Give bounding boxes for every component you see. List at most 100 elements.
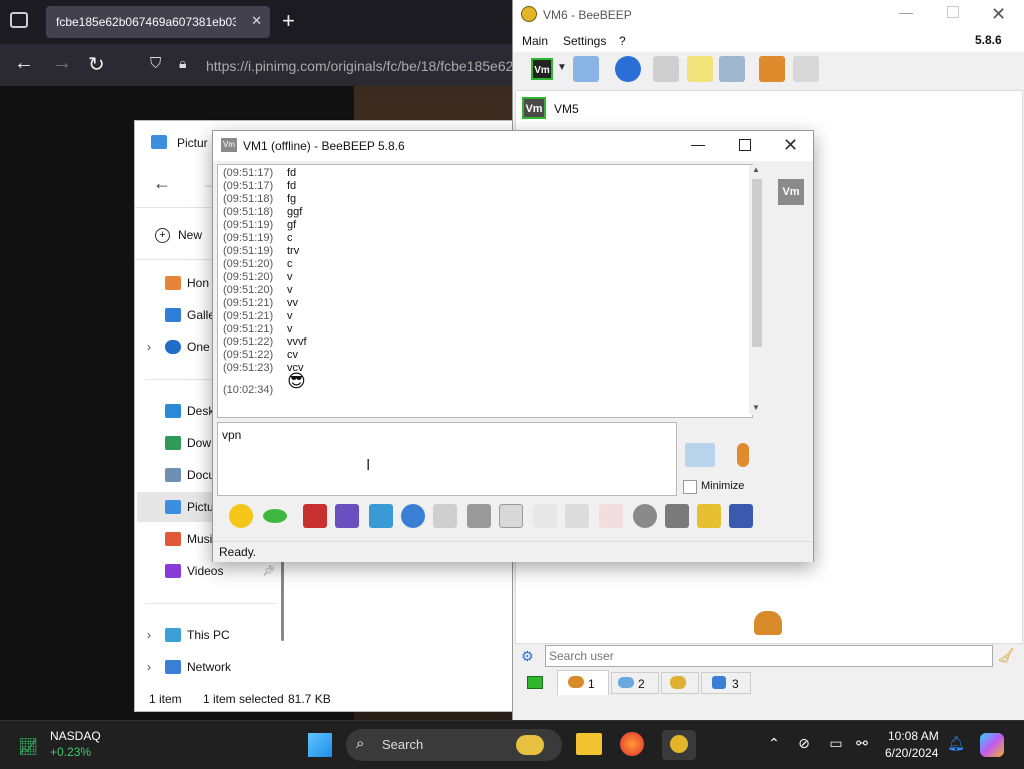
chat-message: (09:51:19) trv xyxy=(223,245,299,258)
bell-icon[interactable]: 🔔︎ xyxy=(946,735,966,755)
microphone-icon[interactable] xyxy=(737,443,749,467)
screenshot-icon[interactable] xyxy=(467,504,491,528)
maximize-button[interactable] xyxy=(739,139,751,151)
sunglasses-emoji-icon: 😎 xyxy=(287,371,306,391)
chat-message: (09:51:20) c xyxy=(223,258,293,271)
chat-message: (09:51:21) vv xyxy=(223,297,298,310)
file-explorer-taskbar-icon[interactable] xyxy=(576,733,602,755)
window-title: VM6 - BeeBEEP xyxy=(543,8,632,22)
back-icon[interactable]: ← xyxy=(14,52,34,75)
new-label: New xyxy=(178,228,203,242)
home-icon[interactable] xyxy=(653,56,679,82)
clock-time[interactable]: 10:08 AM xyxy=(888,729,939,743)
html-code-icon[interactable] xyxy=(599,504,623,528)
windows-start-icon[interactable] xyxy=(308,733,332,757)
lock-icon[interactable]: 🔒︎ xyxy=(179,55,186,72)
settings-gear-icon[interactable] xyxy=(401,504,425,528)
tools-icon[interactable] xyxy=(719,56,745,82)
network-off-icon[interactable]: ⊘ xyxy=(794,735,814,755)
back-icon[interactable]: ← xyxy=(153,173,171,194)
vm-status-icon[interactable]: Vm xyxy=(531,58,553,80)
emoticon-icon[interactable] xyxy=(229,504,253,528)
select-all-icon[interactable] xyxy=(433,504,457,528)
chat-scrollbar[interactable]: ▲ ▼ xyxy=(749,165,765,415)
message-text: c xyxy=(287,232,293,244)
color-pen-icon[interactable] xyxy=(335,504,359,528)
edit-note-icon[interactable] xyxy=(697,504,721,528)
tab-close-icon[interactable]: ✕ xyxy=(251,13,262,29)
scroll-up-icon[interactable]: ▲ xyxy=(752,165,760,174)
menu-main[interactable]: Main xyxy=(522,34,548,48)
beebeep-taskbar-icon[interactable] xyxy=(662,730,696,760)
text-cursor-icon: I xyxy=(366,457,371,474)
nav-scrollbar[interactable] xyxy=(281,561,284,641)
tab-title: fcbe185e62b067469a607381eb03a0 xyxy=(56,15,236,29)
share-icon xyxy=(712,676,726,689)
clock-date[interactable]: 6/20/2024 xyxy=(885,746,938,760)
tab-shares[interactable]: 3 xyxy=(701,672,751,694)
history-icon[interactable] xyxy=(665,504,689,528)
firefox-taskbar-icon[interactable] xyxy=(620,732,644,756)
tab-chats[interactable]: 2 xyxy=(611,672,659,694)
chevron-up-icon[interactable]: ⌃ xyxy=(764,735,784,755)
message-text: ggf xyxy=(287,206,303,218)
sound-icon[interactable] xyxy=(499,504,523,528)
nav-item-this-pc[interactable]: › This PC xyxy=(147,620,277,650)
file-icon[interactable] xyxy=(533,504,557,528)
minimize-button[interactable]: — xyxy=(899,4,913,20)
scroll-thumb[interactable] xyxy=(752,179,762,347)
user-row[interactable]: Vm VM5 xyxy=(518,95,1018,121)
clear-icon[interactable] xyxy=(633,504,657,528)
menu-settings[interactable]: Settings xyxy=(563,34,606,48)
status-dropdown-icon[interactable]: ▼ xyxy=(557,62,567,73)
note-icon[interactable] xyxy=(687,56,713,82)
pictures-icon xyxy=(151,135,167,149)
send-file-icon[interactable] xyxy=(685,443,715,467)
forward-icon[interactable] xyxy=(565,504,589,528)
gear-icon[interactable]: ⚙ xyxy=(521,648,534,665)
shield-icon[interactable]: ⛉ xyxy=(150,55,161,72)
tab-users[interactable]: 1 xyxy=(557,670,609,695)
font-icon[interactable] xyxy=(303,504,327,528)
chat-message: (10:02:34) 😎 xyxy=(223,372,306,397)
stock-widget[interactable]: 📈︎ NASDAQ +0.23% xyxy=(14,727,124,763)
minimize-checkbox[interactable] xyxy=(683,480,697,494)
message-time: (09:51:21) xyxy=(223,310,274,322)
tab-list-icon[interactable] xyxy=(10,12,28,28)
message-time: (09:51:20) xyxy=(223,284,274,296)
search-user-input[interactable] xyxy=(545,645,993,667)
message-input[interactable]: vpn I xyxy=(217,422,677,496)
trash-icon[interactable] xyxy=(793,56,819,82)
browser-tab[interactable]: fcbe185e62b067469a607381eb03a0 ✕ xyxy=(46,6,270,38)
tab-groups[interactable] xyxy=(661,672,699,694)
new-tab-button[interactable]: + xyxy=(282,8,295,34)
message-time: (09:51:22) xyxy=(223,349,274,361)
network-signal-icon[interactable] xyxy=(615,56,641,82)
green-emoticon-icon[interactable] xyxy=(263,509,287,523)
save-icon[interactable] xyxy=(729,504,753,528)
pin-icon[interactable]: 📌︎ xyxy=(262,566,275,577)
filter-icon[interactable] xyxy=(369,504,393,528)
tab-status[interactable] xyxy=(519,672,553,692)
taskbar-search[interactable]: ⌕ Search xyxy=(346,729,562,761)
forward-icon[interactable]: → xyxy=(52,52,72,75)
nav-item-network[interactable]: › Network xyxy=(147,652,277,682)
menu-help[interactable]: ? xyxy=(619,34,626,48)
edit-profile-icon[interactable] xyxy=(573,56,599,82)
maximize-button[interactable] xyxy=(947,6,959,18)
close-button[interactable]: ✕ xyxy=(783,135,798,156)
reload-icon[interactable]: ↻ xyxy=(88,52,105,77)
display-icon[interactable]: ▭ xyxy=(826,735,846,755)
connection-icon[interactable]: ⚯ xyxy=(852,735,872,755)
url-bar[interactable]: https://i.pinimg.com/originals/fc/be/18/… xyxy=(196,50,516,80)
scroll-down-icon[interactable]: ▼ xyxy=(752,403,760,412)
chat-history: (09:51:17) fd (09:51:17) fd (09:51:18) fg (… xyxy=(217,164,753,418)
minimize-button[interactable]: — xyxy=(691,136,705,152)
chat-message: (09:51:17) fd xyxy=(223,180,296,193)
new-button[interactable]: + New xyxy=(155,225,202,245)
copilot-icon[interactable] xyxy=(980,733,1004,757)
close-button[interactable]: ✕ xyxy=(991,4,1006,25)
folder-download-icon[interactable] xyxy=(759,56,785,82)
clear-search-icon[interactable]: 🧹︎ xyxy=(997,647,1015,664)
nav-item-label: Pictu xyxy=(187,500,214,514)
